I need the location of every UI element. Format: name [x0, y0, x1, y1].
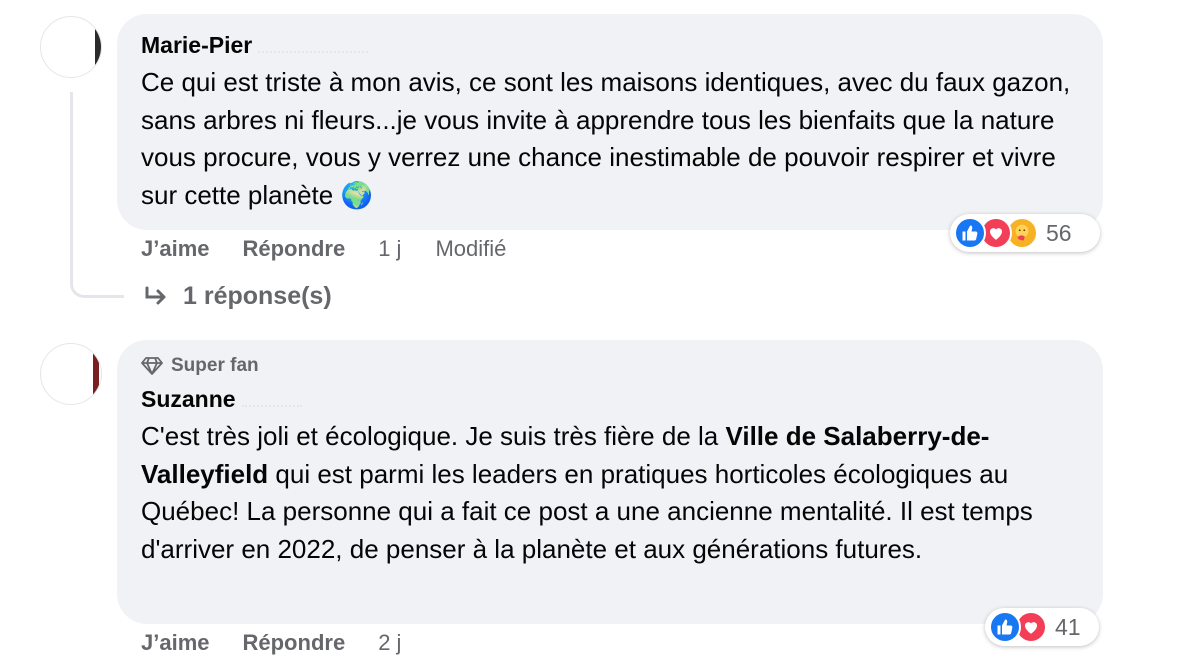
earth-emoji: 🌍: [340, 180, 373, 211]
comment-text: Ce qui est triste à mon avis, ce sont le…: [141, 64, 1079, 215]
reaction-count: 56: [1046, 219, 1072, 246]
reaction-summary[interactable]: 56: [950, 214, 1100, 252]
author-name[interactable]: Marie-Pier: [141, 30, 252, 60]
edited-label[interactable]: Modifié: [435, 236, 506, 262]
avatar[interactable]: [40, 343, 102, 405]
redacted-name: [241, 391, 302, 407]
like-button[interactable]: J’aime: [141, 236, 210, 262]
comment-author[interactable]: Marie-Pier: [141, 30, 1079, 60]
view-replies-button[interactable]: 1 réponse(s): [143, 282, 332, 311]
comment-bubble: Super fan Suzanne C'est très joli et éco…: [117, 340, 1103, 624]
timestamp[interactable]: 2 j: [378, 630, 401, 656]
thread-connector: [70, 92, 124, 298]
comment-body: Ce qui est triste à mon avis, ce sont le…: [141, 67, 1071, 210]
reply-arrow-icon: [145, 286, 166, 304]
comment-text: C'est très joli et écologique. Je suis t…: [141, 418, 1079, 568]
diamond-icon: [141, 357, 163, 375]
author-name[interactable]: Suzanne: [141, 384, 236, 414]
comment-body-end: qui est parmi les leaders en pratiques h…: [141, 458, 1033, 564]
timestamp[interactable]: 1 j: [378, 236, 401, 262]
like-icon: [989, 611, 1021, 643]
redacted-name: [258, 37, 369, 53]
super-fan-badge: Super fan: [141, 354, 1079, 378]
reply-button[interactable]: Répondre: [243, 236, 346, 262]
reaction-summary[interactable]: 41: [985, 608, 1099, 646]
replies-count-label[interactable]: 1 réponse(s): [183, 282, 332, 311]
comment-bubble: Marie-Pier Ce qui est triste à mon avis,…: [117, 14, 1103, 230]
comment-actions: J’aime Répondre 1 j Modifié: [141, 234, 506, 264]
comment-author[interactable]: Suzanne: [141, 384, 1079, 414]
comment-actions: J’aime Répondre 2 j: [141, 628, 435, 658]
reaction-count: 41: [1055, 613, 1081, 640]
like-button[interactable]: J’aime: [141, 630, 210, 656]
like-icon: [954, 217, 986, 249]
badge-label: Super fan: [171, 355, 259, 376]
comment-body-start: C'est très joli et écologique. Je suis t…: [141, 421, 726, 451]
avatar[interactable]: [40, 16, 102, 78]
reply-button[interactable]: Répondre: [243, 630, 346, 656]
